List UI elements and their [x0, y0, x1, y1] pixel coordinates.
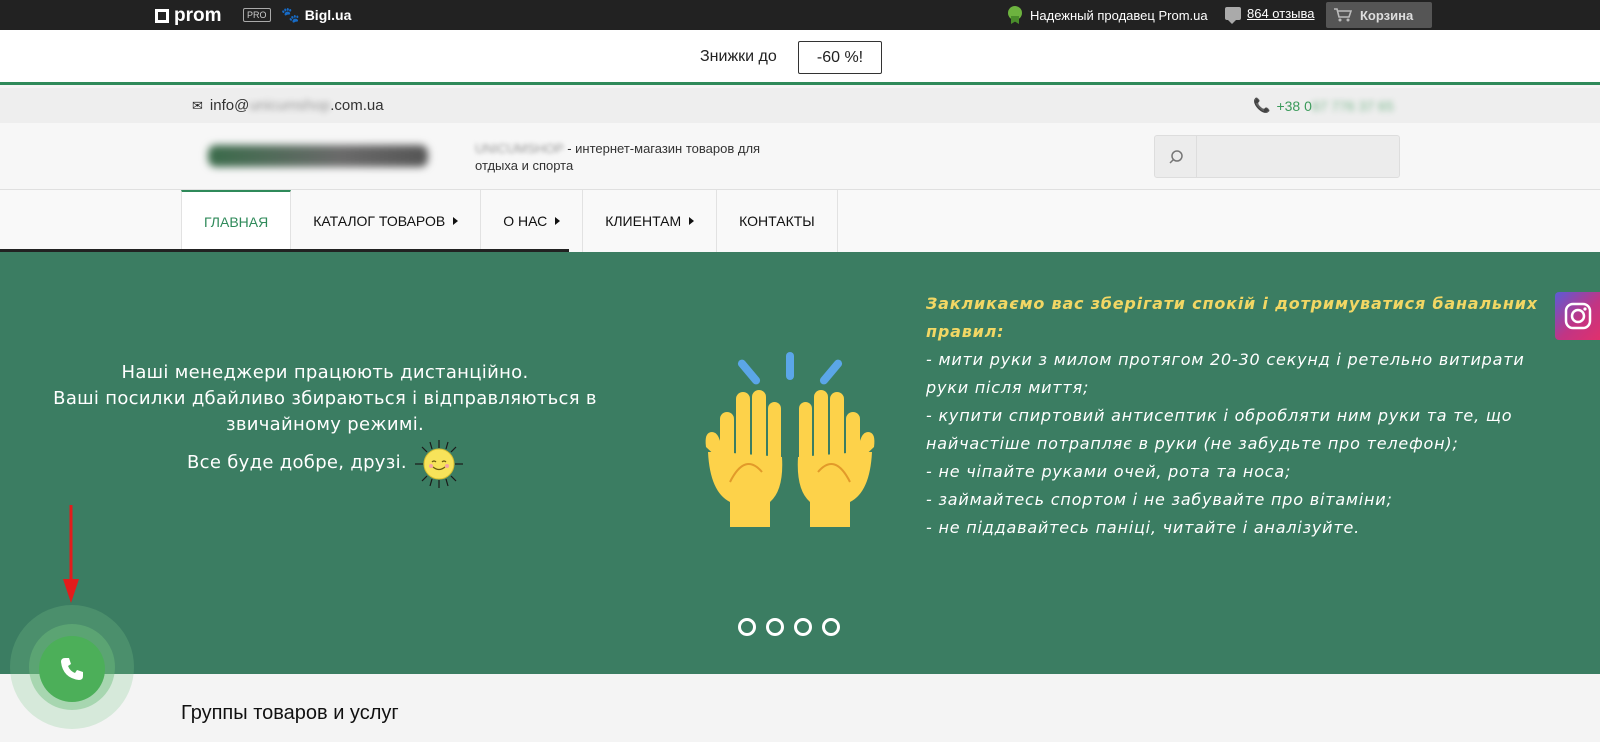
sun-icon — [413, 438, 463, 488]
nav-item-label: ГЛАВНАЯ — [204, 214, 269, 230]
shop-logo[interactable] — [208, 145, 428, 167]
slider-dot[interactable] — [738, 618, 756, 636]
contact-row: ✉ info@unicumshop.com.ua 📞 +38 067 776 3… — [0, 88, 1600, 123]
bigl-logo[interactable]: 🐾 Bigl.ua — [281, 6, 351, 24]
phone-prefix: +38 0 — [1276, 97, 1312, 114]
nav-item-home[interactable]: ГЛАВНАЯ — [181, 190, 292, 252]
email-contact[interactable]: ✉ info@unicumshop.com.ua — [192, 97, 384, 114]
main-nav: ГЛАВНАЯ КАТАЛОГ ТОВАРОВ О НАС КЛИЕНТАМ К… — [0, 190, 1600, 253]
cart-button[interactable]: Корзина — [1326, 2, 1432, 28]
promo-text: Знижки до — [700, 48, 777, 65]
banner-left-text: Наші менеджери працюють дистанційно. Ваш… — [0, 360, 650, 488]
call-icon — [61, 658, 83, 680]
banner-line: Все буде добре, друзі. — [187, 452, 407, 473]
cart-icon — [1334, 8, 1352, 22]
reviews-link[interactable]: 864 отзыва — [1247, 6, 1315, 21]
phone-icon: 📞 — [1253, 97, 1271, 113]
nav-item-about[interactable]: О НАС — [481, 190, 584, 252]
slider-dot[interactable] — [822, 618, 840, 636]
rule-item: - не чіпайте руками очей, рота та носа; — [926, 462, 1292, 481]
nav-item-clients[interactable]: КЛИЕНТАМ — [583, 190, 718, 252]
prom-logo-icon — [155, 9, 169, 23]
email-hidden: unicumshop — [249, 97, 331, 114]
pro-badge[interactable]: PRO — [243, 8, 271, 22]
paw-icon: 🐾 — [281, 7, 300, 24]
nav-item-contacts[interactable]: КОНТАКТЫ — [717, 190, 838, 252]
banner-line: Ваші посилки дбайливо збираються і відпр… — [53, 388, 597, 435]
comment-icon — [1225, 7, 1241, 24]
nav-item-label: КОНТАКТЫ — [739, 213, 815, 229]
bigl-label: Bigl.ua — [304, 7, 352, 23]
nav-item-catalog[interactable]: КАТАЛОГ ТОВАРОВ — [291, 190, 482, 252]
shop-name: UNICUMSHOP — [475, 141, 564, 156]
rules-intro: Закликаємо вас зберігати спокій і дотрим… — [926, 294, 1538, 341]
nav-item-label: О НАС — [503, 213, 548, 229]
caret-right-icon — [555, 217, 561, 225]
search-box — [1154, 135, 1400, 178]
phone-hidden: 67 776 37 65 — [1311, 97, 1394, 114]
rule-item: - купити спиртовий антисептик і оброблят… — [926, 406, 1513, 453]
slider-dot[interactable] — [794, 618, 812, 636]
caret-right-icon — [453, 217, 459, 225]
caret-right-icon — [689, 217, 695, 225]
call-button[interactable] — [39, 636, 105, 702]
site-header: UNICUMSHOP - интернет-магазин товаров дл… — [0, 123, 1600, 190]
slider-dots — [738, 618, 840, 636]
instagram-button[interactable] — [1555, 292, 1600, 340]
trusted-seller[interactable]: Надежный продавец Prom.ua — [1008, 6, 1208, 24]
trusted-seller-label: Надежный продавец Prom.ua — [1030, 7, 1208, 23]
prom-logo[interactable]: prom — [155, 5, 222, 27]
search-icon[interactable] — [1155, 136, 1197, 177]
nav-item-label: КАТАЛОГ ТОВАРОВ — [313, 213, 446, 229]
nav-item-label: КЛИЕНТАМ — [605, 213, 682, 229]
banner-rules: Закликаємо вас зберігати спокій і дотрим… — [926, 290, 1566, 542]
search-input[interactable] — [1197, 136, 1399, 177]
prom-logo-label: prom — [174, 5, 222, 26]
red-arrow-icon — [63, 505, 79, 603]
cart-label: Корзина — [1360, 7, 1414, 23]
slider-dot[interactable] — [766, 618, 784, 636]
phone-contact[interactable]: 📞 +38 067 776 37 65 — [1253, 97, 1394, 114]
instagram-icon — [1564, 302, 1592, 330]
hero-banner[interactable]: Наші менеджери працюють дистанційно. Ваш… — [0, 252, 1600, 674]
medal-icon — [1008, 6, 1022, 24]
mail-icon: ✉ — [192, 97, 203, 113]
promo-discount[interactable]: -60 %! — [798, 41, 882, 74]
raised-hands-icon — [705, 352, 875, 527]
rule-item: - не піддавайтесь паніці, читайте і анал… — [926, 518, 1360, 537]
groups-title: Группы товаров и услуг — [181, 702, 399, 724]
top-bar: prom PRO 🐾 Bigl.ua Надежный продавец Pro… — [0, 0, 1600, 30]
promo-strip: Знижки до -60 %! — [0, 30, 1600, 85]
rule-item: - мити руки з милом протягом 20-30 секун… — [926, 350, 1525, 397]
email-suffix: .com.ua — [330, 97, 384, 114]
reviews: 864 отзыва — [1225, 6, 1315, 24]
email-prefix: info@ — [209, 97, 250, 114]
banner-line: Наші менеджери працюють дистанційно. — [121, 362, 529, 383]
shop-tagline: UNICUMSHOP - интернет-магазин товаров дл… — [475, 140, 805, 174]
rule-item: - займайтесь спортом і не забувайте про … — [926, 490, 1393, 509]
